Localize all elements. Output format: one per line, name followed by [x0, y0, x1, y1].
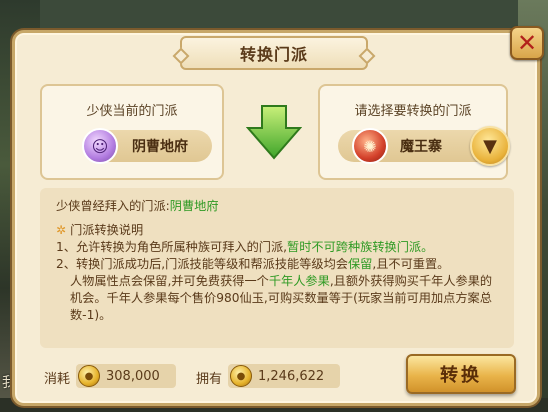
close-button[interactable]: ✕ — [510, 26, 544, 60]
cost-value: 308,000 — [106, 368, 160, 384]
target-sect-name: 魔王寨 — [400, 139, 442, 155]
star-icon: ✲ — [56, 223, 67, 237]
rules-title: ✲ 门派转换说明 — [56, 222, 498, 239]
target-sect-label: 请选择要转换的门派 — [354, 104, 472, 119]
ghost-sect-icon: ☺ — [82, 128, 118, 164]
rule-3-text: 人物属性点会保留,并可免费获得一个 — [70, 274, 269, 288]
rule-1-text: 1、允许转换为角色所属种族可拜入的门派, — [56, 240, 288, 254]
owned-label: 拥有 — [196, 372, 223, 387]
coin-icon: ● — [78, 365, 100, 387]
green-arrow-down-icon — [246, 105, 302, 160]
previous-sect-value: 阴曹地府 — [169, 199, 219, 213]
rules-title-text: 门派转换说明 — [70, 223, 144, 237]
convert-button[interactable]: 转换 — [406, 354, 516, 394]
close-icon: ✕ — [516, 29, 538, 57]
conversion-info-panel: 少侠曾经拜入的门派:阴曹地府 ✲ 门派转换说明 1、允许转换为角色所属种族可拜入的… — [40, 188, 514, 348]
coin-icon: ● — [230, 365, 252, 387]
rule-1-highlight: 暂时不可跨种族转换门派。 — [287, 240, 434, 254]
previous-sect-label: 少侠曾经拜入的门派: — [56, 199, 170, 213]
chevron-down-icon: ▼ — [483, 135, 497, 157]
previous-sect-line: 少侠曾经拜入的门派:阴曹地府 — [56, 198, 498, 215]
sect-dropdown-button[interactable]: ▼ — [470, 126, 510, 166]
cost-label: 消耗 — [44, 372, 71, 387]
rule-2: 2、转换门派成功后,门派技能等级和帮派技能等级均会保留,且不可重置。 — [56, 256, 498, 273]
rule-3-highlight: 千年人参果 — [268, 274, 330, 288]
current-sect-panel: 少侠当前的门派 ☺ 阴曹地府 — [40, 84, 224, 180]
rule-2-highlight: 保留 — [347, 257, 373, 271]
target-sect-selector[interactable]: ✺ 魔王寨 ▼ — [338, 126, 510, 166]
owned-value: 1,246,622 — [258, 368, 325, 384]
current-sect-chip: ☺ 阴曹地府 — [82, 128, 212, 164]
rule-1: 1、允许转换为角色所属种族可拜入的门派,暂时不可跨种族转换门派。 — [56, 239, 498, 256]
cost-amount-box: ● 308,000 — [76, 364, 176, 388]
rule-2-text: 2、转换门派成功后,门派技能等级和帮派技能等级均会 — [56, 257, 348, 271]
target-sect-panel: 请选择要转换的门派 ✺ 魔王寨 ▼ — [318, 84, 510, 180]
rule-3: 人物属性点会保留,并可免费获得一个千年人参果,且额外获得购买千年人参果的机会。千… — [56, 273, 498, 324]
current-sect-name: 阴曹地府 — [132, 139, 188, 155]
demon-sect-icon: ✺ — [352, 128, 388, 164]
rule-2-text-end: ,且不可重置。 — [372, 257, 450, 271]
dialog-title: 转换门派 — [180, 36, 368, 70]
current-sect-label: 少侠当前的门派 — [86, 104, 178, 119]
owned-amount-box: ● 1,246,622 — [228, 364, 340, 388]
